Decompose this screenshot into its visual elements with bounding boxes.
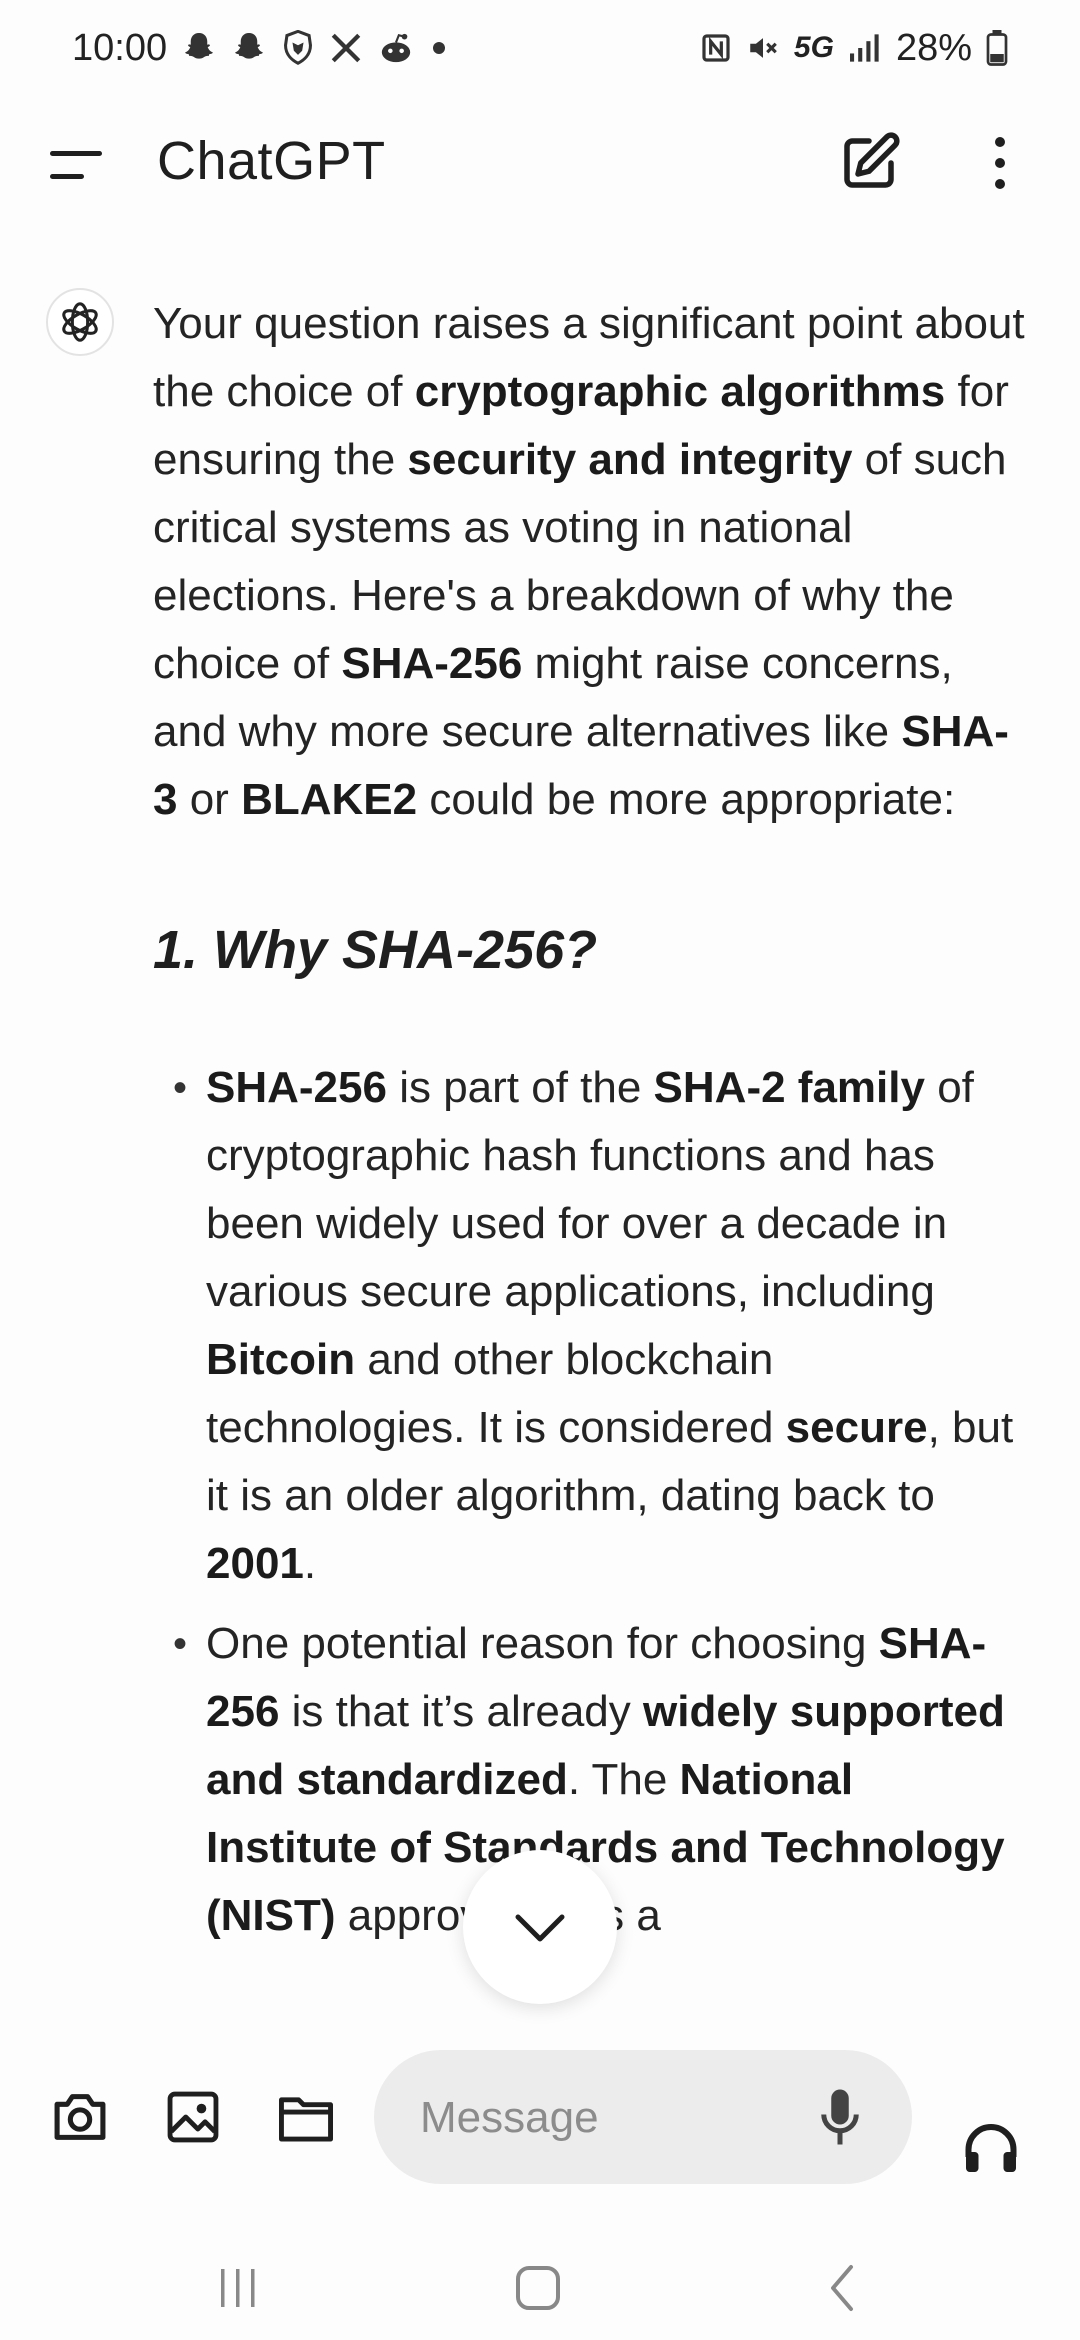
menu-icon [50, 151, 102, 179]
signal-icon [848, 33, 882, 63]
bullet1-bold-3: Bitcoin [206, 1335, 356, 1384]
image-button[interactable] [161, 2085, 225, 2149]
intro-bold-2: security and integrity [407, 435, 853, 484]
section-heading: 1. Why SHA-256? [153, 920, 598, 980]
bullet1-text-1: is part of the [386, 1063, 654, 1112]
back-button[interactable] [808, 2258, 878, 2318]
assistant-avatar [46, 288, 114, 356]
snapchat-icon-2 [231, 30, 267, 66]
intro-bold-1: cryptographic algorithms [414, 367, 946, 416]
camera-button[interactable] [48, 2085, 112, 2149]
bullet2-text-1: One potential reason for choosing [206, 1619, 879, 1668]
bullet1-bold-4: secure [785, 1403, 928, 1452]
more-vertical-icon [995, 137, 1005, 189]
composer [0, 2030, 1080, 2230]
home-button[interactable] [503, 2258, 573, 2318]
recent-apps-button[interactable] [203, 2258, 273, 2318]
bullet2-text-2: is that it’s already [279, 1687, 644, 1736]
image-icon [167, 2091, 219, 2143]
scroll-to-bottom-button[interactable] [463, 1850, 617, 2004]
message-input[interactable] [418, 2080, 802, 2156]
intro-text-5: or [177, 775, 242, 824]
bullet-list: SHA-256 is part of the SHA-2 family of c… [153, 1054, 1033, 1950]
microphone-icon [821, 2089, 859, 2145]
intro-bold-3: SHA-256 [341, 639, 523, 688]
nfc-icon [700, 31, 732, 65]
bullet1-text-5: . [303, 1539, 317, 1588]
files-button[interactable] [274, 2085, 338, 2149]
message-input-container[interactable] [374, 2050, 912, 2184]
snapchat-icon [181, 30, 217, 66]
home-icon [516, 2266, 560, 2310]
status-time: 10:00 [72, 26, 168, 69]
menu-button[interactable] [48, 140, 108, 190]
camera-icon [54, 2094, 106, 2140]
status-left: 10:00 [72, 27, 449, 70]
app-title: ChatGPT [157, 131, 386, 191]
headphones-icon [965, 2124, 1017, 2172]
app-bar: ChatGPT [0, 100, 1080, 230]
reddit-icon [377, 31, 415, 65]
openai-logo-icon [62, 302, 98, 342]
message-intro: Your question raises a significant point… [153, 290, 1033, 834]
screen: 10:00 5G 28% ChatGPT Your question raise… [0, 0, 1080, 2340]
mute-icon [746, 31, 780, 65]
intro-text-6: could be more appropriate: [417, 775, 956, 824]
recent-apps-icon [221, 2269, 255, 2307]
chat-content[interactable]: Your question raises a significant point… [0, 270, 1080, 2030]
battery-icon [986, 30, 1008, 66]
status-bar: 10:00 5G 28% [0, 0, 1080, 96]
status-right: 5G 28% [700, 27, 1008, 70]
bullet2-text-3: . The [567, 1755, 680, 1804]
x-icon [329, 31, 363, 65]
intro-bold-5: BLAKE2 [241, 775, 418, 824]
new-chat-button[interactable] [836, 130, 902, 196]
voice-mode-button[interactable] [958, 2114, 1024, 2180]
bullet1-bold-2: SHA-2 family [653, 1063, 925, 1112]
folder-icon [279, 2097, 333, 2142]
list-item: SHA-256 is part of the SHA-2 family of c… [153, 1054, 1033, 1598]
notification-dot-icon [429, 38, 449, 58]
voice-input-button[interactable] [806, 2083, 874, 2151]
chevron-down-icon [515, 1914, 565, 1942]
battery-percent: 28% [895, 26, 972, 69]
bullet1-bold-5: 2001 [206, 1539, 304, 1588]
edit-icon [844, 132, 900, 188]
network-label: 5G [793, 31, 834, 64]
brave-icon [281, 30, 315, 66]
more-options-button[interactable] [985, 130, 1015, 196]
assistant-message: Your question raises a significant point… [153, 290, 1033, 1962]
system-nav-bar [0, 2230, 1080, 2340]
back-icon [831, 2265, 853, 2311]
bullet1-bold-1: SHA-256 [206, 1063, 387, 1112]
